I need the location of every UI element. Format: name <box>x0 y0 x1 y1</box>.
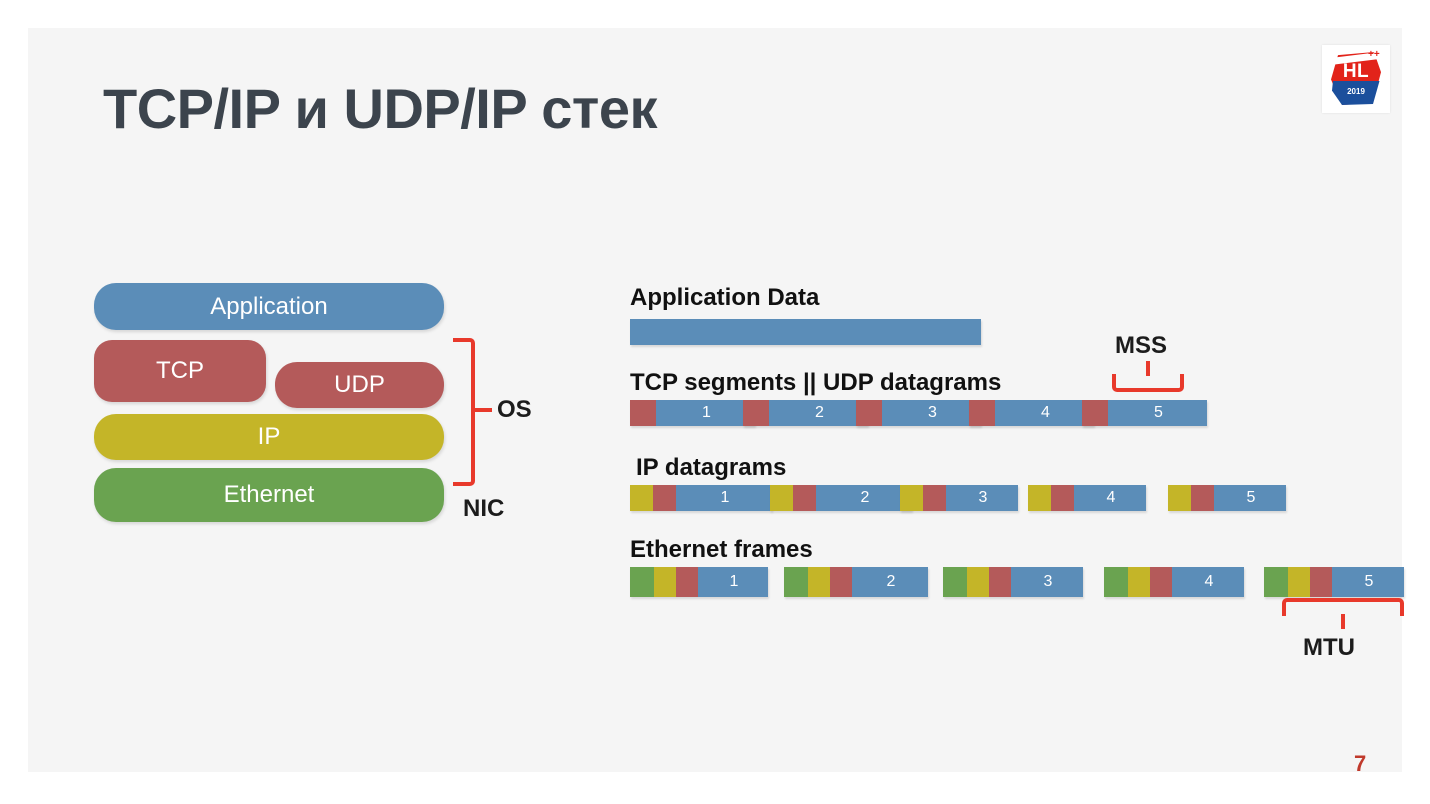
ip-tcp-header-4 <box>1051 485 1074 511</box>
stack-layer-udp-label: UDP <box>334 371 385 398</box>
tcp-header-2 <box>743 400 769 426</box>
os-bracket-stem-icon <box>475 408 492 412</box>
eth-tcp-header-5 <box>1310 567 1332 597</box>
tcp-payload-4: 4 <box>995 400 1094 426</box>
ethernet-frame-1: 1 <box>630 567 768 597</box>
os-label: OS <box>497 396 532 423</box>
tcp-header-4 <box>969 400 995 426</box>
tcp-payload-5: 5 <box>1108 400 1207 426</box>
application-data-bar <box>630 319 981 345</box>
os-bracket-icon <box>453 338 475 486</box>
stack-layer-ip-label: IP <box>257 423 281 450</box>
ip-payload-4: 4 <box>1074 485 1146 511</box>
eth-header-4 <box>1104 567 1128 597</box>
ip-datagram-2: 2 <box>770 485 912 511</box>
row-label-ip-datagrams: IP datagrams <box>636 454 787 481</box>
ip-tcp-header-5 <box>1191 485 1214 511</box>
ethernet-frame-4: 4 <box>1104 567 1244 597</box>
page-title: TCP/IP и UDP/IP стек <box>103 77 658 140</box>
ethernet-frame-2: 2 <box>784 567 928 597</box>
eth-ip-header-3 <box>967 567 989 597</box>
ip-payload-2: 2 <box>816 485 912 511</box>
eth-payload-1: 1 <box>698 567 768 597</box>
ip-tcp-header-2 <box>793 485 816 511</box>
stack-layer-udp: UDP <box>275 362 444 408</box>
tcp-segment-2: 2 <box>743 400 868 426</box>
ip-tcp-header-3 <box>923 485 946 511</box>
tcp-payload-1: 1 <box>656 400 755 426</box>
eth-tcp-header-4 <box>1150 567 1172 597</box>
mtu-bracket-stem-icon <box>1341 614 1345 629</box>
row-label-application-data: Application Data <box>630 284 820 311</box>
stack-layer-application: Application <box>94 283 444 330</box>
tcp-segment-3: 3 <box>856 400 981 426</box>
ip-header-4 <box>1028 485 1051 511</box>
mss-label: MSS <box>1115 332 1168 359</box>
tcp-header-1 <box>630 400 656 426</box>
row-label-tcp-segments: TCP segments || UDP datagrams <box>630 369 1002 396</box>
ip-header-3 <box>900 485 923 511</box>
ip-payload-1: 1 <box>676 485 772 511</box>
ip-header-5 <box>1168 485 1191 511</box>
ip-datagram-1: 1 <box>630 485 772 511</box>
eth-ip-header-2 <box>808 567 830 597</box>
row-label-ethernet-frames: Ethernet frames <box>630 536 813 563</box>
eth-payload-2: 2 <box>852 567 928 597</box>
tcp-segment-1: 1 <box>630 400 755 426</box>
logo-year-text: 2019 <box>1347 87 1365 96</box>
nic-label: NIC <box>463 495 505 522</box>
ip-header-1 <box>630 485 653 511</box>
stack-layer-ethernet-label: Ethernet <box>223 481 315 508</box>
ethernet-frame-3: 3 <box>943 567 1083 597</box>
ip-datagram-4: 4 <box>1028 485 1146 511</box>
eth-ip-header-4 <box>1128 567 1150 597</box>
tcp-header-5 <box>1082 400 1108 426</box>
tcp-segment-5: 5 <box>1082 400 1207 426</box>
ip-payload-3: 3 <box>946 485 1018 511</box>
stack-layer-ethernet: Ethernet <box>94 468 444 522</box>
logo-primary-text: HL <box>1342 61 1370 82</box>
logo-plus-text: ++ <box>1368 49 1380 60</box>
eth-header-1 <box>630 567 654 597</box>
eth-header-5 <box>1264 567 1288 597</box>
eth-payload-4: 4 <box>1172 567 1244 597</box>
eth-payload-3: 3 <box>1011 567 1083 597</box>
eth-header-3 <box>943 567 967 597</box>
ip-datagram-3: 3 <box>900 485 1018 511</box>
stack-layer-tcp-label: TCP <box>156 357 204 384</box>
stack-layer-tcp: TCP <box>94 340 266 402</box>
ip-header-2 <box>770 485 793 511</box>
tcp-payload-3: 3 <box>882 400 981 426</box>
eth-tcp-header-1 <box>676 567 698 597</box>
stack-layer-application-label: Application <box>210 292 328 320</box>
highload-logo: ++ HL 2019 <box>1322 45 1390 113</box>
eth-tcp-header-3 <box>989 567 1011 597</box>
ip-payload-5: 5 <box>1214 485 1286 511</box>
eth-ip-header-1 <box>654 567 676 597</box>
mtu-label: MTU <box>1303 634 1355 661</box>
tcp-payload-2: 2 <box>769 400 868 426</box>
slide-canvas: TCP/IP и UDP/IP стек ++ HL 2019 Applicat… <box>28 28 1404 776</box>
eth-payload-5: 5 <box>1332 567 1404 597</box>
eth-tcp-header-2 <box>830 567 852 597</box>
ethernet-frame-5: 5 <box>1264 567 1404 597</box>
eth-header-2 <box>784 567 808 597</box>
tcp-segment-4: 4 <box>969 400 1094 426</box>
stack-layer-ip: IP <box>94 414 444 460</box>
page-number: 7 <box>1354 751 1367 776</box>
ip-datagram-5: 5 <box>1168 485 1286 511</box>
eth-ip-header-5 <box>1288 567 1310 597</box>
tcp-header-3 <box>856 400 882 426</box>
mss-bracket-icon <box>1112 374 1184 392</box>
ip-tcp-header-1 <box>653 485 676 511</box>
